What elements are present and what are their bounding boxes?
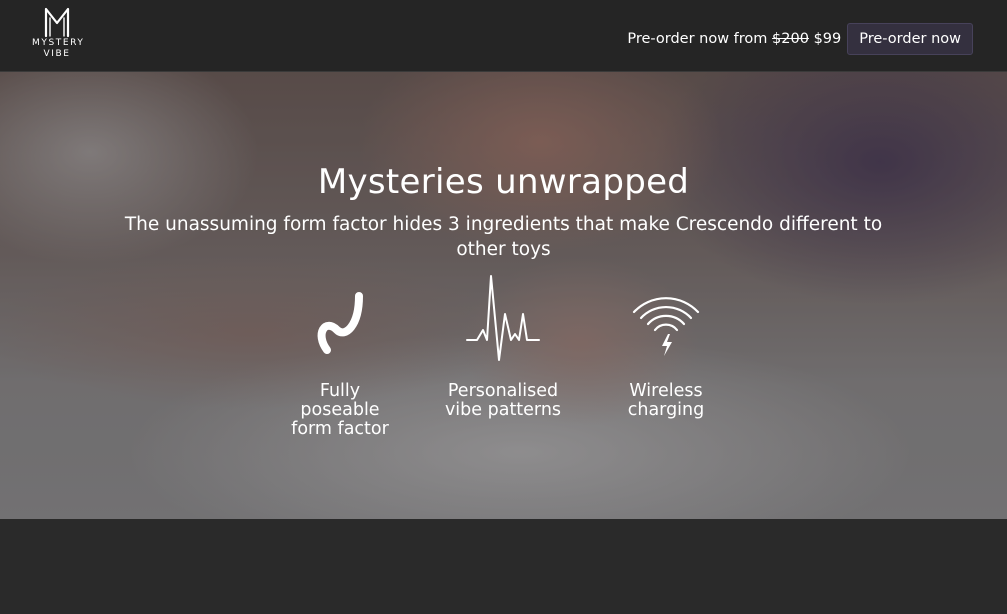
top-navigation-bar: MYSTERY VIBE Pre-order now from $200 $99… bbox=[0, 0, 1007, 72]
new-price: $99 bbox=[813, 31, 842, 47]
page-bottom-band bbox=[0, 519, 1007, 614]
hero-title: Mysteries unwrapped bbox=[317, 162, 690, 202]
feature-wireless-charging: Wireless charging bbox=[586, 274, 746, 420]
preorder-area: Pre-order now from $200 $99 Pre-order no… bbox=[627, 23, 973, 55]
preorder-prefix: Pre-order now from bbox=[627, 31, 768, 47]
feature-poseable: Fully poseable form factor bbox=[260, 274, 420, 439]
old-price: $200 bbox=[772, 31, 809, 47]
wireless-charging-icon bbox=[632, 297, 700, 356]
heartbeat-pulse-icon bbox=[466, 275, 540, 361]
preorder-price-text: Pre-order now from $200 $99 bbox=[627, 31, 841, 47]
bendable-curve-icon bbox=[317, 292, 363, 354]
m-letter-logo-icon bbox=[44, 7, 70, 38]
preorder-button[interactable]: Pre-order now bbox=[847, 23, 973, 55]
logo-word-line1: MYSTERY bbox=[32, 38, 85, 48]
hero-subtitle: The unassuming form factor hides 3 ingre… bbox=[124, 214, 883, 260]
feature-vibe-patterns: Personalised vibe patterns bbox=[423, 274, 583, 420]
mystery-vibe-logo[interactable]: MYSTERY VIBE bbox=[32, 6, 83, 66]
feature-label: Wireless charging bbox=[627, 381, 705, 420]
logo-word-line2: VIBE bbox=[43, 49, 71, 59]
hero-section: Mysteries unwrapped The unassuming form … bbox=[0, 72, 1007, 519]
feature-label: Fully poseable form factor bbox=[291, 381, 389, 439]
feature-label: Personalised vibe patterns bbox=[444, 381, 562, 420]
